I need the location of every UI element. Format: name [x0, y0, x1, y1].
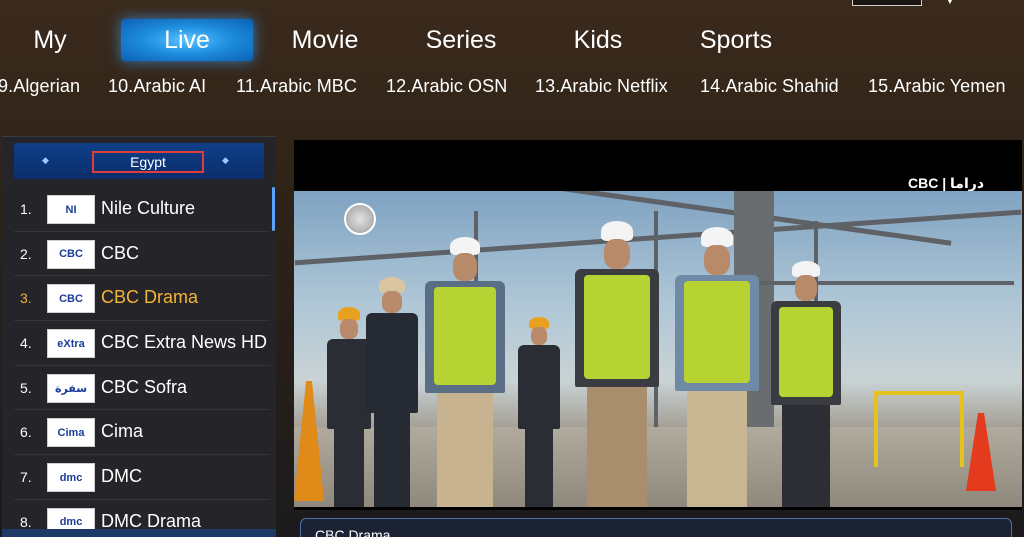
worker-figure: [572, 221, 662, 507]
worker-figure: [516, 317, 562, 507]
channel-logo: dmc: [47, 463, 95, 493]
channel-number: 3.: [20, 290, 32, 307]
safety-vest: [584, 275, 650, 379]
worker-figure: [422, 237, 508, 507]
channel-name: CBC Sofra: [101, 376, 188, 397]
worker-figure: [768, 261, 844, 507]
safety-vest: [434, 287, 496, 385]
head: [604, 239, 630, 269]
chevron-left-icon[interactable]: ◆: [42, 155, 52, 165]
channel-name: Cima: [101, 421, 144, 442]
category-item[interactable]: 10.Arabic AI: [108, 76, 206, 97]
channel-list: 1. NI Nile Culture 2. CBC CBC 3. CBC CBC…: [14, 187, 270, 537]
tab-movie[interactable]: Movie: [280, 19, 370, 61]
channel-row-selected[interactable]: 3. CBC CBC Drama: [14, 276, 270, 322]
channel-number: 4.: [20, 335, 32, 352]
channel-name: CBC Drama: [101, 287, 199, 308]
worker-figure: [364, 277, 420, 507]
channel-number: 1.: [20, 201, 32, 217]
channel-number: 2.: [20, 245, 32, 262]
legs: [437, 393, 493, 507]
head: [531, 327, 547, 345]
head: [453, 253, 477, 281]
channel-number: 6.: [20, 424, 32, 441]
tab-sports[interactable]: Sports: [690, 19, 782, 61]
tab-live[interactable]: Live: [121, 19, 253, 61]
channel-number: 8.: [20, 513, 32, 530]
category-item[interactable]: 11.Arabic MBC: [236, 76, 357, 97]
head: [340, 319, 358, 339]
channel-logo-text: CBC: [59, 292, 83, 305]
helmet: [701, 227, 733, 247]
channel-name: DMC: [101, 466, 142, 487]
barrier: [874, 391, 964, 467]
channel-logo: NI: [47, 195, 95, 224]
tab-kids[interactable]: Kids: [562, 19, 634, 61]
chevron-right-icon[interactable]: ◆: [222, 155, 232, 165]
legs: [334, 429, 364, 507]
channel-list-scrollbar[interactable]: [272, 187, 275, 231]
category-item[interactable]: 9.Algerian: [0, 76, 80, 97]
country-selector[interactable]: ◆ Egypt ◆: [14, 143, 264, 179]
channel-panel: ◆ Egypt ◆ 1. NI Nile Culture 2. CBC CBC …: [2, 136, 276, 537]
safety-vest: [684, 281, 750, 383]
category-item[interactable]: 14.Arabic Shahid: [700, 76, 839, 97]
channel-number: 5.: [20, 379, 32, 396]
head: [382, 291, 402, 313]
channel-logo: سفرة: [47, 373, 95, 403]
now-playing-bar: CBC Drama: [300, 518, 1012, 537]
channel-logo-text: dmc: [59, 471, 83, 484]
category-item[interactable]: 12.Arabic OSN: [386, 76, 507, 97]
body: [518, 345, 560, 429]
channel-row[interactable]: 1. NI Nile Culture: [14, 187, 270, 232]
channel-logo: Cima: [47, 418, 95, 448]
legs: [782, 405, 830, 507]
head: [704, 245, 730, 275]
channel-number: 7.: [20, 469, 32, 486]
tab-series[interactable]: Series: [416, 19, 506, 61]
tab-my[interactable]: My: [14, 19, 86, 61]
category-item[interactable]: 15.Arabic Yemen: [868, 76, 1006, 97]
channel-row[interactable]: 5. سفرة CBC Sofra: [14, 366, 270, 411]
channel-name: CBC: [101, 242, 140, 263]
channel-logo-text: Cima: [57, 426, 85, 439]
legs: [587, 387, 647, 507]
channel-logo-text: dmc: [59, 516, 83, 529]
channel-logo: CBC: [47, 239, 95, 269]
panel-bottom-bar: [2, 529, 276, 537]
country-label[interactable]: Egypt: [92, 151, 204, 173]
main-nav: My Live Movie Series Kids Sports: [0, 14, 1024, 64]
channel-row[interactable]: 6. Cima Cima: [14, 410, 270, 456]
channel-name: Nile Culture: [101, 198, 196, 218]
category-item[interactable]: 13.Arabic Netflix: [535, 76, 668, 97]
legs: [374, 413, 410, 507]
search-box[interactable]: [852, 0, 922, 6]
now-playing-title: CBC Drama: [315, 527, 391, 537]
emblem-icon: [344, 203, 376, 235]
channel-row[interactable]: 4. eXtra CBC Extra News HD: [14, 321, 270, 366]
body: [366, 313, 418, 413]
dropdown-caret-icon[interactable]: ▼: [945, 0, 955, 7]
channel-logo-text: سفرة: [54, 382, 88, 395]
category-bar: 9.Algerian 10.Arabic AI 11.Arabic MBC 12…: [0, 72, 1024, 106]
helmet: [601, 221, 633, 241]
video-frame-image: [294, 191, 1022, 507]
legs: [687, 391, 747, 507]
channel-logo-text: eXtra: [57, 337, 85, 350]
channel-logo-text: NI: [65, 203, 77, 216]
channel-logo: CBC: [47, 284, 95, 314]
worker-figure: [672, 227, 762, 507]
video-player[interactable]: CBC | دراما: [294, 140, 1022, 510]
channel-name: CBC Extra News HD: [101, 332, 268, 353]
channel-logo-text: CBC: [59, 248, 83, 261]
safety-vest: [779, 307, 833, 397]
head: [795, 275, 817, 301]
legs: [525, 429, 553, 507]
channel-logo: eXtra: [47, 329, 95, 359]
channel-row[interactable]: 2. CBC CBC: [14, 232, 270, 277]
channel-row[interactable]: 7. dmc DMC: [14, 455, 270, 500]
